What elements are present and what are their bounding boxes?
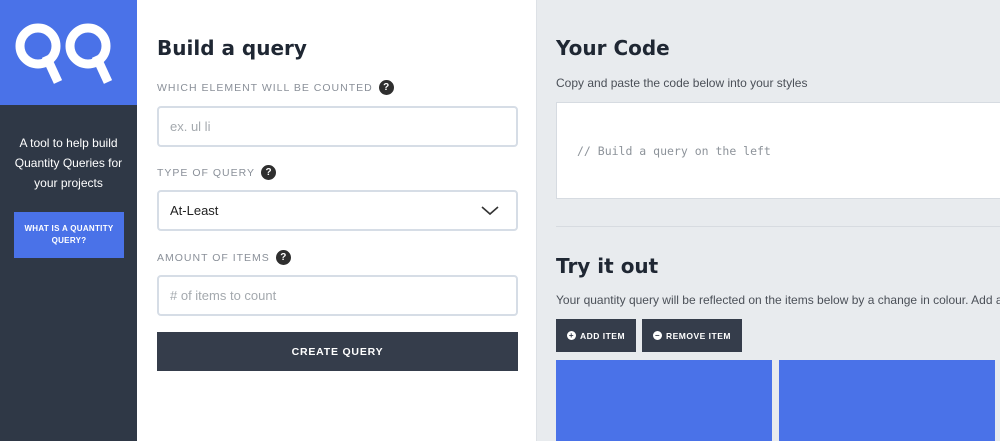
tryout-instructions: Your quantity query will be reflected on… (556, 293, 1000, 307)
help-icon[interactable]: ? (378, 80, 394, 95)
tryout-title: Try it out (556, 254, 659, 278)
query-type-value: At-Least (170, 203, 219, 218)
tagline: A tool to help build Quantity Queries fo… (14, 136, 123, 190)
query-type-select[interactable]: At-Least (157, 190, 518, 231)
plus-circle-icon: + (566, 331, 576, 340)
demo-item (556, 360, 772, 441)
amount-label-text: AMOUNT OF ITEMS (157, 251, 270, 264)
type-label-text: TYPE OF QUERY (157, 166, 255, 179)
remove-item-button[interactable]: − REMOVE ITEM (642, 319, 742, 352)
divider (556, 226, 1000, 227)
element-input[interactable] (157, 106, 518, 147)
remove-item-label: REMOVE ITEM (665, 330, 731, 341)
code-title: Your Code (556, 36, 670, 60)
query-builder-panel: Build a query WHICH ELEMENT WILL BE COUN… (137, 0, 537, 441)
help-icon[interactable]: ? (261, 165, 276, 180)
code-output[interactable]: // Build a query on the left (556, 102, 1000, 199)
code-instructions: Copy and paste the code below into your … (556, 76, 808, 90)
demo-item (779, 360, 995, 441)
page-title: Build a query (157, 36, 307, 60)
create-query-button[interactable]: CREATE QUERY (157, 332, 518, 371)
element-field-label: WHICH ELEMENT WILL BE COUNTED ? (157, 80, 394, 95)
add-item-button[interactable]: + ADD ITEM (556, 319, 636, 352)
logo[interactable] (0, 0, 137, 105)
type-field-label: TYPE OF QUERY ? (157, 165, 276, 180)
sidebar: A tool to help build Quantity Queries fo… (0, 0, 137, 441)
amount-input[interactable] (157, 275, 518, 316)
add-item-label: ADD ITEM (579, 330, 626, 341)
code-placeholder: // Build a query on the left (577, 144, 771, 158)
qq-logo-icon (15, 23, 113, 84)
what-is-quantity-query-button[interactable]: WHAT IS A QUANTITY QUERY? (14, 212, 124, 258)
amount-field-label: AMOUNT OF ITEMS ? (157, 250, 291, 265)
help-icon[interactable]: ? (275, 250, 291, 265)
element-label-text: WHICH ELEMENT WILL BE COUNTED (157, 81, 373, 94)
minus-circle-icon: − (652, 331, 662, 340)
chevron-down-icon (481, 206, 499, 216)
output-panel: Your Code Copy and paste the code below … (538, 0, 1000, 441)
